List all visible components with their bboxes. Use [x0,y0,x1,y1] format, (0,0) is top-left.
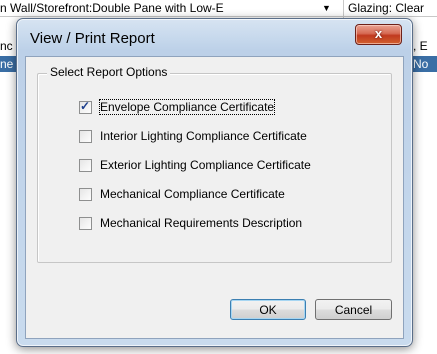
option-label: Envelope Compliance Certificate [98,99,276,115]
checkbox[interactable] [79,129,92,143]
option-interior-lighting[interactable]: Interior Lighting Compliance Certificate [79,128,307,144]
background-cell: n Wall/Storefront:Double Pane with Low-E [0,1,224,15]
background-cell: No [413,57,429,71]
option-label: Mechanical Compliance Certificate [100,187,285,201]
checkbox[interactable] [79,216,92,230]
checkbox[interactable] [79,158,92,172]
background-cell: ne [0,57,14,71]
check-icon: ✓ [80,98,91,113]
close-icon: x [374,26,383,41]
ok-button[interactable]: OK [230,299,306,320]
option-label: Interior Lighting Compliance Certificate [100,129,307,143]
background-cell: , E [413,39,428,53]
report-options-group: Select Report Options ✓ Envelope Complia… [37,65,392,263]
grid-line [343,0,344,18]
view-print-report-dialog: View / Print Report x Select Report Opti… [16,18,413,347]
background-cell: nc [0,39,13,53]
close-button[interactable]: x [355,24,402,45]
background-cell: Glazing: Clear [348,1,425,15]
background-row[interactable]: n Wall/Storefront:Double Pane with Low-E… [0,0,437,16]
grid-line [0,16,437,17]
option-mechanical-requirements[interactable]: Mechanical Requirements Description [79,215,302,231]
option-mechanical-compliance[interactable]: Mechanical Compliance Certificate [79,186,285,202]
dropdown-arrow-icon[interactable]: ▼ [322,0,334,16]
checkbox[interactable] [79,187,92,201]
cancel-button[interactable]: Cancel [315,299,392,320]
option-exterior-lighting[interactable]: Exterior Lighting Compliance Certificate [79,157,311,173]
checkbox[interactable]: ✓ [79,98,92,114]
option-label: Mechanical Requirements Description [100,216,303,230]
dialog-title: View / Print Report [30,30,155,47]
group-label: Select Report Options [47,65,171,79]
option-envelope-compliance[interactable]: ✓ Envelope Compliance Certificate [79,98,276,115]
option-label: Exterior Lighting Compliance Certificate [100,158,311,172]
dialog-body: Select Report Options ✓ Envelope Complia… [25,56,404,339]
